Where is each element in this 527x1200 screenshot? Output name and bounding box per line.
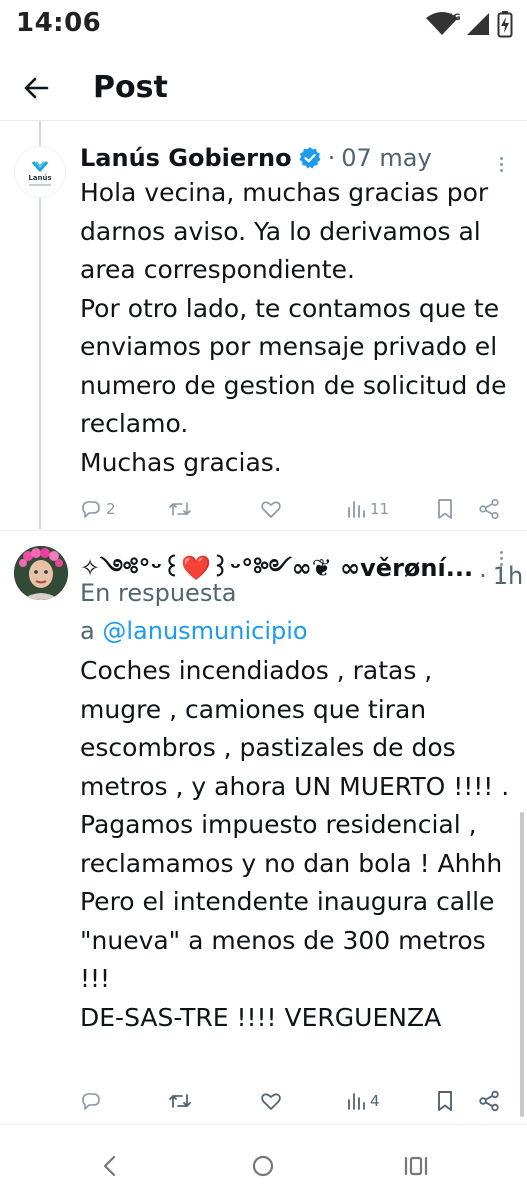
system-navigation-bar <box>0 1126 527 1200</box>
status-bar: 14:06 4G <box>0 0 527 52</box>
retweet-button[interactable] <box>168 1086 196 1116</box>
reply-icon <box>82 501 100 518</box>
page-title: Post <box>93 70 168 105</box>
lanus-logo-icon <box>31 160 49 171</box>
status-icons: 4G <box>425 10 513 38</box>
views-button[interactable]: 4 <box>346 1086 380 1116</box>
reply-context: En respuesta a @lanusmunicipio <box>80 574 308 650</box>
status-time: 14:06 <box>16 8 102 38</box>
avatar-logo-text: Lanús <box>28 173 52 182</box>
wifi-icon: 4G <box>425 11 461 37</box>
app-header: Post <box>0 52 527 124</box>
views-count: 11 <box>370 500 390 518</box>
battery-charging-icon <box>497 10 513 38</box>
tweet-text: Coches incendiados , ratas , mugre , cam… <box>80 656 510 1032</box>
reply-prefix-a: a <box>80 617 95 645</box>
nav-recents-button[interactable] <box>398 1148 434 1184</box>
back-button[interactable] <box>18 70 54 106</box>
reply-icon <box>82 1093 100 1110</box>
bookmark-button[interactable] <box>436 494 454 524</box>
more-options-button[interactable] <box>490 544 512 572</box>
nav-back-button[interactable] <box>92 1148 128 1184</box>
network-type-label: 4G <box>447 13 461 23</box>
heart-icon <box>261 1093 281 1110</box>
nav-home-button[interactable] <box>245 1148 281 1184</box>
reply-prefix-line2: a @lanusmunicipio <box>80 612 308 650</box>
more-dots-icon <box>499 550 503 554</box>
separator-dot: · <box>327 144 336 172</box>
share-icon <box>479 1090 499 1112</box>
author-name[interactable]: Lanús Gobierno <box>80 144 292 172</box>
reply-prefix: En respuesta <box>80 579 237 607</box>
avatar-photo <box>14 546 68 600</box>
heart-icon <box>261 501 281 518</box>
tweet-divider <box>0 530 527 531</box>
nav-home-icon <box>252 1155 274 1177</box>
reply-button[interactable]: 2 <box>80 494 116 524</box>
bottom-divider <box>0 1124 527 1125</box>
reply-button[interactable] <box>80 1086 106 1116</box>
retweet-icon <box>169 1094 191 1108</box>
bookmark-icon <box>438 1091 452 1111</box>
verified-badge-icon <box>298 146 322 170</box>
like-button[interactable] <box>260 494 286 524</box>
like-button[interactable] <box>260 1086 286 1116</box>
more-dots-icon <box>499 156 503 160</box>
separator-dot: · <box>479 561 487 590</box>
tweet-text: Hola vecina, muchas gracias por darnos a… <box>80 178 507 477</box>
arrow-left-icon <box>24 77 49 99</box>
cell-signal-icon <box>465 11 491 37</box>
nav-back-icon <box>103 1155 116 1177</box>
tweet-actions: 2 11 <box>80 494 510 524</box>
tweet-date[interactable]: 07 may <box>341 144 431 172</box>
views-chart-icon <box>348 501 365 518</box>
retweet-button[interactable] <box>168 494 196 524</box>
bookmark-icon <box>438 499 452 519</box>
avatar-logo-underline <box>29 183 51 186</box>
tweet-header: Lanús Gobierno · 07 may <box>80 144 432 172</box>
views-count: 4 <box>370 1092 380 1110</box>
share-button[interactable] <box>478 1086 500 1116</box>
header-divider <box>0 120 527 121</box>
nav-recents-icon <box>404 1156 428 1176</box>
avatar-lanus-gobierno[interactable]: Lanús <box>14 146 66 198</box>
retweet-icon <box>169 502 191 516</box>
share-icon <box>479 498 499 520</box>
views-button[interactable]: 11 <box>346 494 389 524</box>
scrollbar[interactable] <box>520 812 524 1117</box>
bookmark-button[interactable] <box>436 1086 454 1116</box>
avatar-veronica[interactable] <box>14 546 68 600</box>
tweet-actions: 4 <box>80 1086 510 1116</box>
share-button[interactable] <box>478 494 500 524</box>
views-chart-icon <box>348 1093 365 1110</box>
reply-handle-link[interactable]: @lanusmunicipio <box>102 617 307 645</box>
reply-count: 2 <box>106 500 116 518</box>
